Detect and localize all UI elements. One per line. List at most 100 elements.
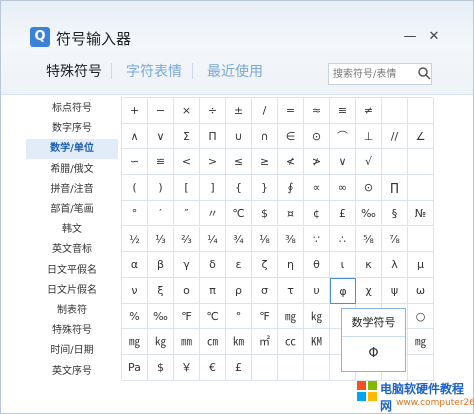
symbol-cell[interactable]: ⅜ xyxy=(278,226,304,253)
symbol-cell[interactable]: ℉ xyxy=(174,303,200,330)
symbol-cell[interactable]: ″ xyxy=(174,200,200,227)
symbol-cell[interactable]: ∴ xyxy=(330,226,356,253)
symbol-cell[interactable]: ψ xyxy=(382,277,408,304)
symbol-cell[interactable]: / xyxy=(252,98,278,124)
tab-char-emoticons[interactable]: 字符表情 xyxy=(126,61,182,81)
symbol-cell[interactable]: ∞ xyxy=(330,175,356,201)
symbol-cell[interactable] xyxy=(304,355,330,381)
symbol-cell[interactable]: + xyxy=(122,98,148,124)
minimize-button[interactable]: — xyxy=(402,29,418,45)
sidebar-item[interactable]: 数学/单位 xyxy=(26,139,118,160)
symbol-cell[interactable]: √ xyxy=(356,149,382,176)
symbol-cell[interactable]: ⊙ xyxy=(356,175,382,201)
symbol-cell[interactable]: ÷ xyxy=(200,98,226,124)
symbol-cell[interactable]: ζ xyxy=(252,252,278,278)
symbol-cell[interactable]: ○ xyxy=(408,303,434,330)
symbol-cell[interactable]: π xyxy=(200,277,226,304)
symbol-cell[interactable]: } xyxy=(252,175,278,201)
symbol-cell[interactable]: ㎏ xyxy=(148,329,174,355)
symbol-cell[interactable]: σ xyxy=(252,277,278,304)
symbol-cell[interactable]: ∧ xyxy=(122,123,148,150)
title-bar[interactable]: Q 符号输入器 — ✕ xyxy=(1,1,473,49)
symbol-cell[interactable]: ㎎ xyxy=(122,329,148,355)
symbol-cell[interactable]: $ xyxy=(148,355,174,381)
symbol-cell[interactable]: ° xyxy=(122,200,148,227)
symbol-cell[interactable]: ¼ xyxy=(200,226,226,253)
symbol-cell[interactable]: α xyxy=(122,252,148,278)
symbol-cell[interactable]: λ xyxy=(382,252,408,278)
symbol-cell[interactable]: ∵ xyxy=(304,226,330,253)
symbol-cell[interactable]: £ xyxy=(226,355,252,381)
symbol-cell[interactable]: ℃ xyxy=(200,303,226,330)
symbol-cell[interactable]: ∨ xyxy=(330,149,356,176)
symbol-cell[interactable]: ≌ xyxy=(148,149,174,176)
symbol-cell[interactable]: ∝ xyxy=(304,175,330,201)
symbol-cell[interactable]: Π xyxy=(200,123,226,150)
symbol-cell[interactable]: ′ xyxy=(148,200,174,227)
symbol-cell[interactable]: ∽ xyxy=(122,149,148,176)
symbol-cell[interactable]: ‰ xyxy=(148,303,174,330)
symbol-cell[interactable]: ℉ xyxy=(252,303,278,330)
symbol-cell[interactable]: β xyxy=(148,252,174,278)
symbol-cell[interactable] xyxy=(408,149,434,176)
symbol-cell[interactable]: ㎎ xyxy=(278,303,304,330)
symbol-cell[interactable]: ㎝ xyxy=(200,329,226,355)
sidebar-item[interactable]: 标点符号 xyxy=(26,99,118,119)
sidebar-item[interactable]: 韩文 xyxy=(26,220,118,240)
symbol-cell[interactable]: 〃 xyxy=(200,200,226,227)
symbol-cell[interactable]: % xyxy=(122,303,148,330)
symbol-cell[interactable]: // xyxy=(382,123,408,150)
search-icon[interactable] xyxy=(417,66,431,80)
symbol-cell[interactable]: ( xyxy=(122,175,148,201)
symbol-cell[interactable]: ≠ xyxy=(356,98,382,124)
sidebar-item[interactable]: 拼音/注音 xyxy=(26,180,118,200)
symbol-cell[interactable]: ≥ xyxy=(252,149,278,176)
symbol-cell[interactable]: τ xyxy=(278,277,304,304)
symbol-cell[interactable]: ㎞ xyxy=(226,329,252,355)
symbol-cell[interactable]: ㎏ xyxy=(304,303,330,330)
symbol-cell[interactable]: ∨ xyxy=(148,123,174,150)
symbol-cell[interactable]: ⅓ xyxy=(148,226,174,253)
symbol-cell[interactable]: η xyxy=(278,252,304,278)
symbol-cell[interactable]: ∮ xyxy=(278,175,304,201)
symbol-cell[interactable]: ⅔ xyxy=(174,226,200,253)
symbol-cell[interactable]: μ xyxy=(408,252,434,278)
symbol-cell[interactable]: ≡ xyxy=(330,98,356,124)
symbol-cell[interactable]: ≈ xyxy=(304,98,330,124)
symbol-cell[interactable]: θ xyxy=(304,252,330,278)
sidebar-item[interactable]: 时间/日期 xyxy=(26,341,118,361)
symbol-cell[interactable] xyxy=(382,98,408,124)
close-button[interactable]: ✕ xyxy=(426,29,442,45)
symbol-cell[interactable]: ㏎ xyxy=(304,329,330,355)
symbol-cell[interactable]: ∪ xyxy=(226,123,252,150)
symbol-cell[interactable]: $ xyxy=(252,200,278,227)
symbol-cell[interactable] xyxy=(408,98,434,124)
sidebar-item[interactable]: 数字序号 xyxy=(26,119,118,139)
symbol-cell[interactable]: ≯ xyxy=(304,149,330,176)
sidebar-item[interactable]: 英文序号 xyxy=(26,362,118,382)
symbol-cell[interactable]: ω xyxy=(408,277,434,304)
symbol-cell[interactable]: φ xyxy=(330,277,356,304)
symbol-cell[interactable]: ° xyxy=(226,303,252,330)
symbol-cell[interactable]: υ xyxy=(304,277,330,304)
symbol-cell[interactable]: ℃ xyxy=(226,200,252,227)
symbol-cell[interactable]: ⌒ xyxy=(330,123,356,150)
symbol-cell[interactable]: ⊥ xyxy=(356,123,382,150)
symbol-cell[interactable]: £ xyxy=(330,200,356,227)
symbol-cell[interactable]: ε xyxy=(226,252,252,278)
sidebar-item[interactable]: 日文平假名 xyxy=(26,261,118,281)
symbol-cell[interactable]: ￥ xyxy=(174,355,200,381)
symbol-cell[interactable]: × xyxy=(174,98,200,124)
sidebar-item[interactable]: 部首/笔画 xyxy=(26,200,118,220)
symbol-cell[interactable]: > xyxy=(200,149,226,176)
symbol-cell[interactable]: § xyxy=(382,200,408,227)
symbol-cell[interactable]: [ xyxy=(174,175,200,201)
sidebar-item[interactable]: 希腊/俄文 xyxy=(26,160,118,180)
symbol-cell[interactable]: ⅝ xyxy=(356,226,382,253)
symbol-cell[interactable] xyxy=(408,226,434,253)
symbol-cell[interactable]: ⊙ xyxy=(304,123,330,150)
symbol-cell[interactable]: ¢ xyxy=(304,200,330,227)
symbol-cell[interactable]: ∩ xyxy=(252,123,278,150)
symbol-cell[interactable]: δ xyxy=(200,252,226,278)
symbol-cell[interactable]: ∏ xyxy=(382,175,408,201)
